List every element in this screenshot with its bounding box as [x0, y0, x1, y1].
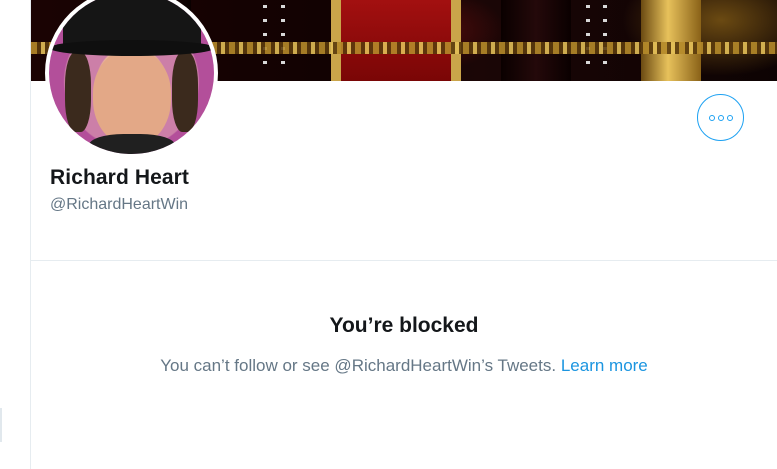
profile-display-name: Richard Heart — [50, 166, 190, 189]
section-divider — [31, 260, 777, 261]
sidebar-scroll-marker — [0, 408, 2, 442]
more-options-button[interactable] — [697, 94, 744, 141]
banner-throne — [331, 0, 461, 81]
avatar-face — [93, 50, 171, 146]
blocked-message-text: You can’t follow or see @RichardHeartWin… — [160, 356, 557, 375]
blocked-title: You’re blocked — [329, 314, 479, 337]
profile-avatar[interactable] — [45, 0, 218, 158]
blocked-message: You can’t follow or see @RichardHeartWin… — [31, 356, 777, 376]
left-sidebar-edge — [0, 0, 31, 469]
profile-handle: @RichardHeartWin — [50, 196, 189, 213]
banner-gold-pillar — [641, 0, 701, 81]
more-horizontal-icon — [708, 114, 715, 121]
learn-more-link[interactable]: Learn more — [561, 356, 648, 375]
